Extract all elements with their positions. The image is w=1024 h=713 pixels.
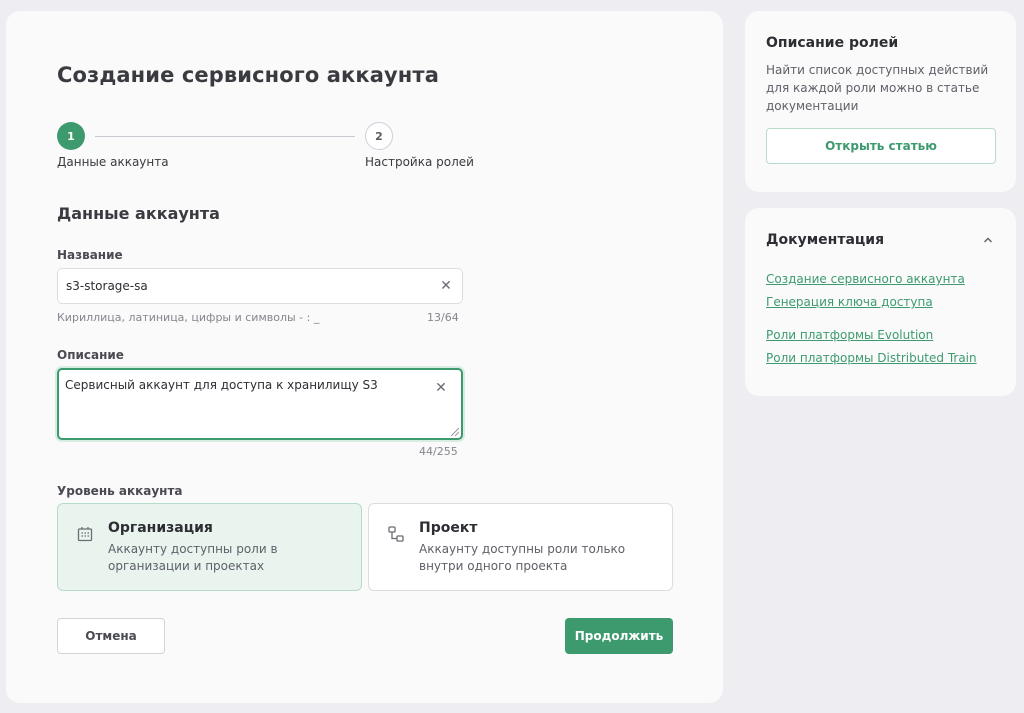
name-hint: Кириллица, латиница, цифры и символы - :… [57,311,320,324]
resize-handle-icon[interactable] [451,428,459,436]
step-2-indicator: 2 [365,122,393,150]
docs-card-header[interactable]: Документация [766,232,995,248]
stepper-connector [95,136,355,137]
level-option-title: Организация [108,520,213,536]
building-icon [77,527,93,542]
level-option-organization[interactable]: Организация Аккаунту доступны роли в орг… [57,503,362,591]
section-title: Данные аккаунта [57,204,220,223]
clear-icon[interactable]: ✕ [433,380,449,396]
main-card: Создание сервисного аккаунта 1 2 Данные … [6,11,723,703]
roles-card-text: Найти список доступных действий для кажд… [766,63,989,113]
description-counter: 44/255 [419,445,458,458]
step-1-label: Данные аккаунта [57,155,169,169]
doc-link-distributed-train-roles[interactable]: Роли платформы Distributed Train [766,351,995,365]
level-option-project[interactable]: Проект Аккаунту доступны роли только вну… [368,503,673,591]
docs-card-title: Документация [766,232,885,248]
name-counter: 13/64 [427,311,459,324]
description-label: Описание [57,348,124,362]
open-article-button[interactable]: Открыть статью [766,128,996,164]
roles-description-card: Описание ролей Найти список доступных де… [745,11,1016,192]
name-label: Название [57,248,123,262]
cancel-button[interactable]: Отмена [57,618,165,654]
roles-card-title: Описание ролей [766,35,899,51]
doc-link-evolution-roles[interactable]: Роли платформы Evolution [766,328,995,342]
description-field[interactable]: Сервисный аккаунт для доступа к хранилищ… [57,368,463,440]
page-title: Создание сервисного аккаунта [57,63,439,87]
hierarchy-icon [388,526,404,542]
account-level-label: Уровень аккаунта [57,484,183,498]
name-field[interactable]: ✕ [57,268,463,304]
clear-icon[interactable]: ✕ [438,278,454,294]
level-option-description: Аккаунту доступны роли только внутри одн… [419,542,626,573]
documentation-card: Документация Создание сервисного аккаунт… [745,208,1016,396]
step-2-label: Настройка ролей [365,155,474,169]
chevron-up-icon[interactable] [981,233,995,247]
doc-link-create-service-account[interactable]: Создание сервисного аккаунта [766,272,995,286]
name-input[interactable] [66,279,438,293]
step-1-indicator: 1 [57,122,85,150]
level-option-title: Проект [419,520,478,536]
doc-link-access-key[interactable]: Генерация ключа доступа [766,295,995,309]
continue-button[interactable]: Продолжить [565,618,673,654]
description-input[interactable]: Сервисный аккаунт для доступа к хранилищ… [65,377,430,427]
level-option-description: Аккаунту доступны роли в организации и п… [108,542,278,573]
